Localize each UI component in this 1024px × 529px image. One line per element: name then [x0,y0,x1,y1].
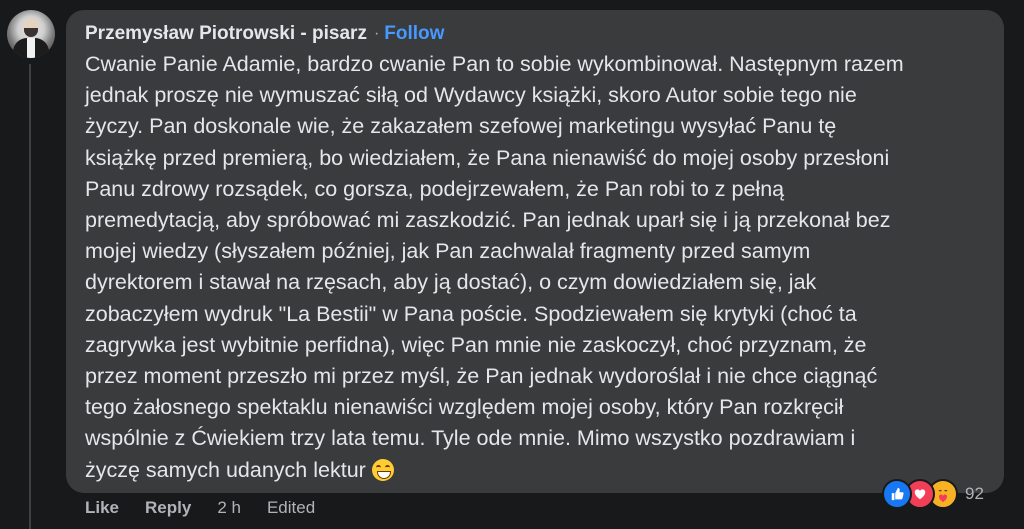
like-reaction-icon [882,479,912,509]
timestamp[interactable]: 2 h [217,498,241,518]
comment-line: premedytacją, aby spróbować mi zaszkodzi… [85,208,891,233]
reply-button[interactable]: Reply [145,498,191,518]
comment-text: Cwanie Panie Adamie, bardzo cwanie Pan t… [85,49,990,486]
comment-bubble: Przemysław Piotrowski - pisarz · Follow … [66,10,1004,493]
like-button[interactable]: Like [85,498,119,518]
comment-line: tego żałosnego spektaklu nienawiści wzgl… [85,395,844,420]
separator-dot: · [373,25,380,42]
comment-actions: Like Reply 2 h Edited [85,496,315,520]
comment-line: mojej wiedzy (słyszałem później, jak Pan… [85,239,811,264]
comment-line: Cwanie Panie Adamie, bardzo cwanie Pan t… [85,52,904,76]
comment-header: Przemysław Piotrowski - pisarz · Follow [85,22,986,46]
comment-line: zagrywka jest wybitnie perfidna), więc P… [85,332,867,357]
thread-line [29,64,31,529]
edited-label[interactable]: Edited [267,498,315,518]
author-name[interactable]: Przemysław Piotrowski - pisarz [85,23,367,45]
comment-line: Panu zdrowy rozsądek, co gorsza, podejrz… [85,176,785,201]
comment-line: życzy. Pan doskonale wie, że zakazałem s… [85,114,837,139]
follow-button[interactable]: Follow [384,23,444,45]
avatar[interactable] [7,10,55,58]
comment-thread: Przemysław Piotrowski - pisarz · Follow … [0,0,1024,529]
comment-line: książkę przed premierą, bo wiedziałem, ż… [85,145,890,170]
grinning-face-emoji [371,458,394,481]
comment-line: przez moment przeszło mi przez myśl, że … [85,364,878,389]
reactions-summary[interactable]: 92 [882,479,984,509]
reaction-count: 92 [965,484,984,503]
comment-line-last: życzę samych udanych lektur [85,455,990,486]
comment-line: zobaczyłem wydruk "La Bestii" w Pana poś… [85,301,857,326]
comment-line: jednak proszę nie wymuszać siłą od Wydaw… [85,83,857,108]
comment-line-text: życzę samych udanych lektur [85,457,366,482]
comment-line: wspólnie z Ćwiekiem trzy lata temu. Tyle… [85,426,856,451]
comment-line: dyrektorem i stawał na rzęsach, aby ją d… [85,270,817,295]
